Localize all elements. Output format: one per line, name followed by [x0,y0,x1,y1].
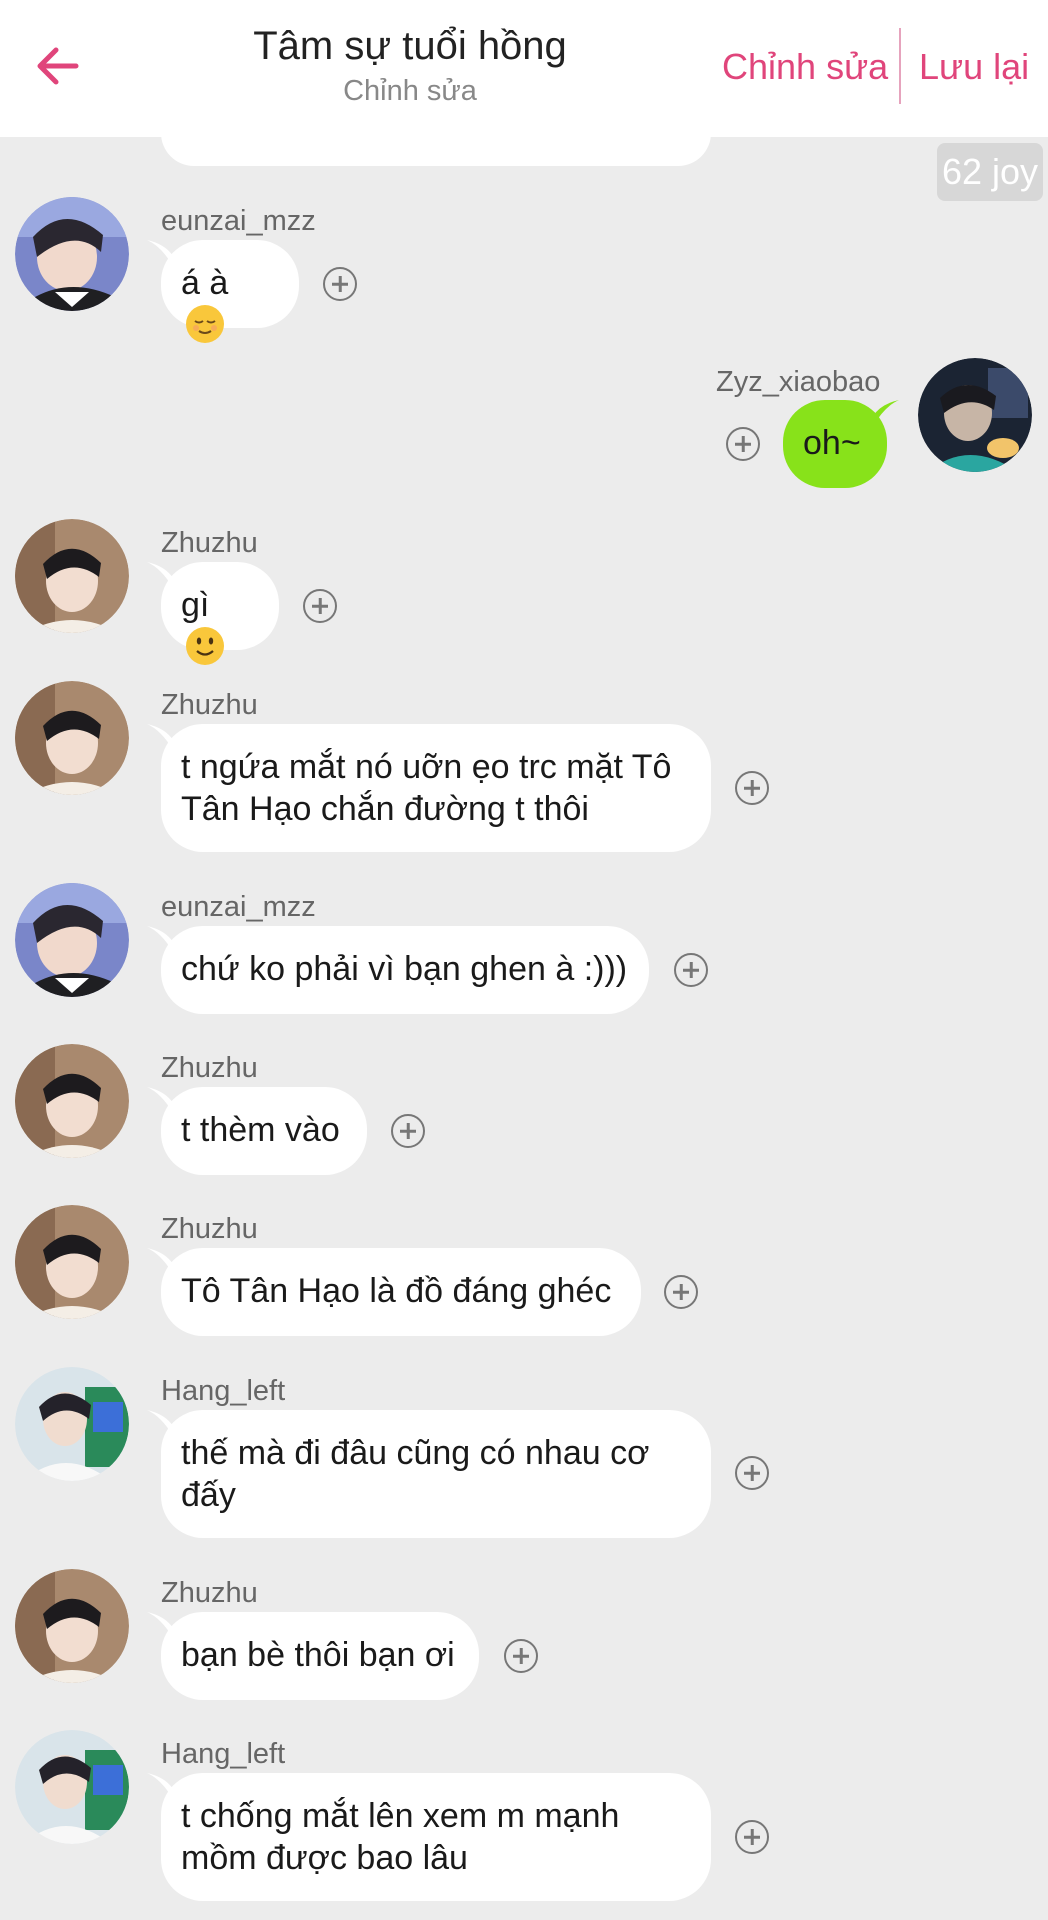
back-button[interactable] [30,38,86,94]
message-text: t ngứa mắt nó uỡn ẹo trc mặt Tô [181,748,672,786]
message-bubble[interactable]: á à [161,240,299,343]
edit-button[interactable]: Chỉnh sửa [722,45,888,89]
page-title: Tâm sự tuổi hồng [253,24,567,68]
message-text: gì [181,586,210,624]
add-reaction-button[interactable] [735,1820,769,1854]
joy-badge: 62 joy [937,143,1043,201]
top-bar: Tâm sự tuổi hồng Chỉnh sửa Chỉnh sửa Lưu… [0,0,1048,137]
add-reaction-button[interactable] [323,267,357,301]
username: Zyz_xiaobao [716,366,881,398]
message-bubble[interactable]: chứ ko phải vì bạn ghen à :))) [161,926,649,1014]
avatar[interactable] [15,883,129,997]
message-bubble[interactable]: t chống mắt lên xem m mạnh mồm được bao … [161,1773,711,1901]
message-text: chứ ko phải vì bạn ghen à :))) [181,950,628,988]
message-bubble[interactable]: oh~ [783,400,887,488]
username: Zhuzhu [161,1577,258,1609]
username: Zhuzhu [161,1213,258,1245]
message-bubble[interactable]: Tô Tân Hạo là đồ đáng ghéc [161,1248,641,1336]
add-reaction-button[interactable] [735,1456,769,1490]
username: Zhuzhu [161,1052,258,1084]
page-subtitle: Chỉnh sửa [343,75,477,107]
save-button[interactable]: Lưu lại [919,45,1029,89]
add-reaction-button[interactable] [674,953,708,987]
title-block: Tâm sự tuổi hồng Chỉnh sửa [200,22,620,110]
message-text: mồm được bao lâu [181,1839,468,1877]
add-reaction-button[interactable] [504,1639,538,1673]
message-bubble[interactable]: thế mà đi đâu cũng có nhau cơ đấy [161,1410,711,1538]
chat-area[interactable]: 62 joy eunzai_mzz á à Zyz_xiaobao oh~ Zh… [0,0,1048,1920]
message-bubble[interactable]: gì [161,562,279,665]
add-reaction-button[interactable] [664,1275,698,1309]
username: eunzai_mzz [161,891,316,923]
username: Hang_left [161,1738,286,1770]
avatar[interactable] [15,1044,129,1158]
arrow-left-icon [37,47,79,85]
message-text: Tân Hạo chắn đường t thôi [181,790,589,828]
message-text: đấy [181,1476,236,1514]
add-reaction-button[interactable] [303,589,337,623]
add-reaction-button[interactable] [391,1114,425,1148]
message-text: Tô Tân Hạo là đồ đáng ghéc [181,1272,612,1310]
relieved-face-icon [186,305,224,343]
message-bubble[interactable]: t thèm vào [161,1087,367,1175]
username: Zhuzhu [161,527,258,559]
message-text: oh~ [803,424,861,462]
message-text: á à [181,264,229,302]
divider [899,28,901,104]
slightly-smiling-face-icon [186,627,224,665]
message-bubble[interactable]: t ngứa mắt nó uỡn ẹo trc mặt Tô Tân Hạo … [161,724,711,852]
username: Zhuzhu [161,689,258,721]
avatar[interactable] [15,519,129,633]
avatar[interactable] [918,358,1032,472]
message-text: bạn bè thôi bạn ơi [181,1636,455,1674]
avatar[interactable] [15,1730,129,1844]
avatar[interactable] [15,197,129,311]
avatar[interactable] [15,1569,129,1683]
message-bubble[interactable]: bạn bè thôi bạn ơi [161,1612,479,1700]
message-text: t chống mắt lên xem m mạnh [181,1797,620,1835]
avatar[interactable] [15,1205,129,1319]
message-text: t thèm vào [181,1111,340,1149]
avatar[interactable] [15,681,129,795]
message-text: thế mà đi đâu cũng có nhau cơ [181,1434,650,1472]
add-reaction-button[interactable] [735,771,769,805]
username: Hang_left [161,1375,286,1407]
avatar[interactable] [15,1367,129,1481]
username: eunzai_mzz [161,205,316,237]
add-reaction-button[interactable] [726,427,760,461]
